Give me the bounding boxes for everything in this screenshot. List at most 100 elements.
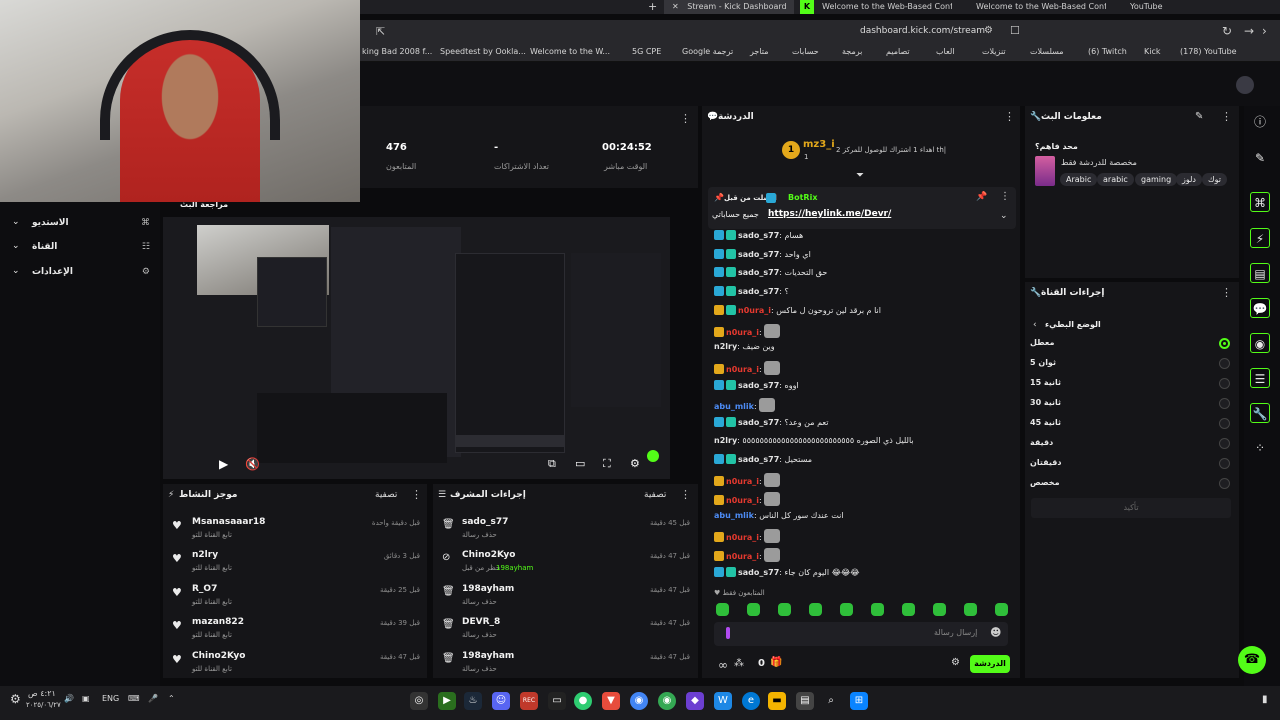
support-icon[interactable]: ☎ bbox=[1238, 646, 1266, 674]
tag-badge[interactable]: توك bbox=[1202, 173, 1227, 186]
pin-toggle-icon[interactable]: 📌 bbox=[976, 192, 987, 202]
chat-username[interactable]: sado_s77 bbox=[738, 231, 779, 240]
tag-badge[interactable]: arabic bbox=[1097, 173, 1134, 186]
emoji-icon[interactable]: ☻ bbox=[990, 626, 1001, 639]
chat-message[interactable]: n0ura_i: bbox=[714, 529, 781, 545]
bookmark-icon[interactable]: ☐ bbox=[1010, 24, 1020, 37]
activity-feed-item[interactable]: ♥ Msanasaaar18 تابع القناة للتو قبل دقيقة و… bbox=[168, 517, 422, 547]
radio-button[interactable] bbox=[1219, 418, 1230, 429]
filter-button[interactable]: تصفية bbox=[375, 490, 397, 500]
slow-mode-option[interactable]: 15 ثانية bbox=[1030, 376, 1232, 392]
bookmark-item[interactable]: Google ترجمة bbox=[682, 47, 733, 56]
forward-icon[interactable]: › bbox=[1262, 24, 1267, 38]
chat-username[interactable]: n0ura_i bbox=[726, 496, 759, 505]
tab-youtube[interactable]: YouTube bbox=[1130, 0, 1190, 14]
mute-icon[interactable]: 🔇 bbox=[245, 457, 260, 471]
chevron-up-icon[interactable]: ⌃ bbox=[168, 694, 175, 703]
gear-icon[interactable]: ⚙ bbox=[951, 657, 960, 668]
reload-icon[interactable]: ↻ bbox=[1222, 24, 1232, 38]
tag-badge[interactable]: gaming bbox=[1135, 173, 1178, 186]
stream-category[interactable]: مخصصة للدردشة فقط bbox=[1061, 158, 1137, 167]
microphone-icon[interactable]: 🎤 bbox=[148, 694, 158, 703]
radio-button[interactable] bbox=[1219, 358, 1230, 369]
pinned-link[interactable]: https://heylink.me/Devr/ bbox=[768, 209, 891, 219]
settings-icon[interactable]: ⚙ bbox=[630, 457, 640, 470]
chat-username[interactable]: n0ura_i bbox=[726, 365, 759, 374]
volume-icon[interactable]: 🔊 bbox=[64, 694, 74, 703]
chat-username[interactable]: sado_s77 bbox=[738, 455, 779, 464]
bookmark-item[interactable]: برمجة bbox=[842, 47, 862, 56]
chat-message[interactable]: n0ura_i: انا م برقد لين تروحون ل ماكس bbox=[714, 304, 881, 321]
chat-message[interactable]: abu_mlik: انت عندك سور كل الناس bbox=[714, 511, 844, 527]
slow-mode-option[interactable]: 45 ثانية bbox=[1030, 416, 1232, 432]
chat-message[interactable]: sado_s77: ؟ bbox=[714, 286, 789, 302]
mod-action-item[interactable]: ⊘ Chino2Kyo حظر من قبل 198ayham قبل 47 دقيقة bbox=[438, 550, 692, 580]
chat-message[interactable]: sado_s77: مستحيل bbox=[714, 454, 812, 470]
activity-feed-item[interactable]: ♥ mazan822 تابع القناة للتو قبل 39 دقيقة bbox=[168, 617, 422, 647]
nav-studio[interactable]: ⌄ الاستديو ⌘ bbox=[10, 217, 150, 233]
more-icon[interactable]: ⋮ bbox=[1221, 286, 1232, 299]
chat-message[interactable]: n2lry: وين ضيف bbox=[714, 342, 775, 358]
chat-username[interactable]: n0ura_i bbox=[738, 306, 771, 315]
slow-mode-option[interactable]: 5 ثوان bbox=[1030, 356, 1232, 372]
top-gifter-name[interactable]: mz3_i bbox=[803, 139, 835, 150]
pinned-author[interactable]: BotRix bbox=[788, 193, 817, 202]
store-icon[interactable]: ▤ bbox=[796, 692, 814, 710]
chat-message[interactable]: n0ura_i: bbox=[714, 491, 781, 508]
windows-start-icon[interactable]: ⊞ bbox=[850, 692, 868, 710]
slow-mode-option[interactable]: مخصص bbox=[1030, 476, 1232, 492]
bookmark-item[interactable]: (6) Twitch bbox=[1088, 47, 1127, 56]
edit-icon[interactable]: ✎ bbox=[1195, 111, 1203, 122]
url-field[interactable]: dashboard.kick.com/stream bbox=[860, 26, 985, 36]
avatar[interactable] bbox=[1236, 76, 1254, 94]
tab-config-1[interactable]: Welcome to the Web-Based Config:: bbox=[822, 0, 952, 14]
chat-username[interactable]: sado_s77 bbox=[738, 268, 779, 277]
quick-emote-icon[interactable] bbox=[995, 603, 1008, 616]
tab-kick-dashboard[interactable]: ✕ Stream - Kick Dashboard bbox=[664, 0, 794, 14]
more-icon[interactable]: ⋮ bbox=[411, 488, 422, 501]
terminal-icon[interactable]: ▭ bbox=[548, 692, 566, 710]
quick-emote-icon[interactable] bbox=[902, 603, 915, 616]
discord-icon[interactable]: ☺ bbox=[492, 692, 510, 710]
infinity-icon[interactable]: ∞ bbox=[718, 658, 728, 672]
chat-message[interactable]: sado_s77: حق التحديات bbox=[714, 267, 827, 283]
chat-message[interactable]: n0ura_i: bbox=[714, 547, 781, 564]
play-icon[interactable]: ▶ bbox=[219, 457, 228, 471]
chat-message[interactable]: sado_s77: اووه bbox=[714, 379, 799, 396]
chrome-icon[interactable]: ◉ bbox=[630, 692, 648, 710]
confirm-button[interactable]: تأكيد bbox=[1031, 498, 1231, 518]
brave-icon[interactable]: ▼ bbox=[602, 692, 620, 710]
activity-feed-item[interactable]: ♥ Chino2Kyo تابع القناة للتو قبل 47 دقيقة bbox=[168, 651, 422, 681]
slow-mode-option[interactable]: دقيقة bbox=[1030, 436, 1232, 452]
document-icon[interactable]: ▤ bbox=[1250, 263, 1270, 283]
slow-mode-option[interactable]: دقيقتان bbox=[1030, 456, 1232, 472]
more-icon[interactable]: ⋮ bbox=[1221, 110, 1232, 123]
list-icon[interactable]: ☰ bbox=[1250, 368, 1270, 388]
wrench-icon[interactable]: 🔧 bbox=[1250, 403, 1270, 423]
pip-icon[interactable]: ⧉ bbox=[548, 457, 556, 471]
chat-username[interactable]: n2lry bbox=[714, 436, 737, 445]
radio-button[interactable] bbox=[1219, 438, 1230, 449]
more-icon[interactable]: ⋮ bbox=[680, 112, 691, 125]
bookmark-item[interactable]: king Bad 2008 f... bbox=[362, 47, 432, 56]
search-icon[interactable]: ⌕ bbox=[822, 692, 840, 710]
gift-icon[interactable]: 🎁 bbox=[770, 657, 782, 668]
chat-message[interactable]: sado_s77: اي واحد bbox=[714, 248, 811, 265]
quick-emote-icon[interactable] bbox=[840, 603, 853, 616]
bookmark-item[interactable]: تصاميم bbox=[886, 47, 910, 56]
radio-button[interactable] bbox=[1219, 378, 1230, 389]
more-icon[interactable]: ⋮ bbox=[680, 488, 691, 501]
site-settings-icon[interactable]: ⚙ bbox=[984, 25, 993, 36]
mod-action-item[interactable]: 🗑 DEVR_8 حذف رسالة قبل 47 دقيقة bbox=[438, 617, 692, 647]
chat-username[interactable]: n0ura_i bbox=[726, 477, 759, 486]
bookmark-item[interactable]: Kick bbox=[1144, 47, 1161, 56]
collapse-icon[interactable]: ⏷ bbox=[856, 170, 864, 181]
more-icon[interactable]: ⋮ bbox=[1000, 191, 1010, 202]
quick-emote-icon[interactable] bbox=[933, 603, 946, 616]
settings-icon[interactable]: ⚙ bbox=[10, 692, 21, 706]
translate-icon[interactable]: ⇱ bbox=[376, 25, 385, 38]
vpn-icon[interactable]: ◆ bbox=[686, 692, 704, 710]
chat-username[interactable]: n2lry bbox=[714, 342, 737, 351]
lightning-icon[interactable]: ⚡ bbox=[1250, 228, 1270, 248]
quick-emote-icon[interactable] bbox=[747, 603, 760, 616]
